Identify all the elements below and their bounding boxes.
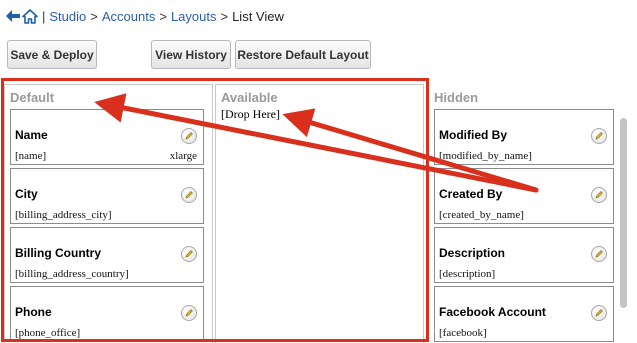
field-label: Phone: [15, 305, 52, 319]
field-label: Billing Country: [15, 246, 101, 260]
breadcrumb-separator: >: [220, 8, 229, 24]
field-card-modified-by[interactable]: Modified By [modified_by_name]: [434, 109, 614, 165]
field-key: [description]: [439, 268, 496, 280]
breadcrumb-list-view: List View: [232, 8, 284, 24]
field-key: [billing_address_country]: [15, 268, 129, 280]
edit-pencil-icon[interactable]: [181, 187, 197, 203]
breadcrumb-separator: >: [90, 8, 98, 24]
field-key: [billing_address_city]: [15, 209, 112, 221]
save-deploy-button[interactable]: Save & Deploy: [7, 40, 97, 69]
scrollbar-thumb[interactable]: [620, 118, 627, 308]
field-key: [name]: [15, 150, 47, 162]
edit-pencil-icon[interactable]: [181, 246, 197, 262]
breadcrumb-layouts[interactable]: Layouts: [171, 9, 217, 24]
field-card-billing-country[interactable]: Billing Country [billing_address_country…: [10, 227, 204, 283]
edit-pencil-icon[interactable]: [591, 305, 607, 321]
field-key: [created_by_name]: [439, 209, 524, 221]
breadcrumb-separator: >: [159, 8, 167, 24]
field-key: [modified_by_name]: [439, 150, 532, 162]
header-separator: |: [42, 8, 46, 24]
view-history-button[interactable]: View History: [151, 40, 231, 69]
field-card-description[interactable]: Description [description]: [434, 227, 614, 283]
edit-pencil-icon[interactable]: [181, 128, 197, 144]
field-width: xlarge: [169, 150, 197, 162]
available-column[interactable]: [215, 84, 424, 343]
available-column-title: Available: [221, 90, 278, 105]
field-card-city[interactable]: City [billing_address_city]: [10, 168, 204, 224]
edit-pencil-icon[interactable]: [591, 187, 607, 203]
edit-pencil-icon[interactable]: [181, 305, 197, 321]
field-label: Created By: [439, 187, 503, 201]
default-column-title: Default: [10, 90, 55, 105]
field-key: [facebook]: [439, 327, 487, 339]
field-card-created-by[interactable]: Created By [created_by_name]: [434, 168, 614, 224]
hidden-column-title: Hidden: [434, 90, 479, 105]
restore-default-layout-button[interactable]: Restore Default Layout: [235, 40, 371, 69]
drop-target[interactable]: [Drop Here]: [221, 107, 280, 122]
field-card-facebook-account[interactable]: Facebook Account [facebook]: [434, 286, 614, 342]
breadcrumb-studio[interactable]: Studio: [49, 9, 86, 24]
field-card-phone[interactable]: Phone [phone_office]: [10, 286, 204, 342]
field-label: Description: [439, 246, 506, 260]
home-icon[interactable]: [21, 8, 38, 25]
edit-pencil-icon[interactable]: [591, 246, 607, 262]
back-arrow-icon[interactable]: [4, 8, 21, 25]
hidden-column-scrollbar[interactable]: [617, 108, 629, 343]
field-label: Modified By: [439, 128, 507, 142]
field-label: Name: [15, 128, 48, 142]
field-card-name[interactable]: Name [name] xlarge: [10, 109, 204, 165]
field-label: City: [15, 187, 38, 201]
edit-pencil-icon[interactable]: [591, 128, 607, 144]
field-key: [phone_office]: [15, 327, 81, 339]
breadcrumb-bar: | Studio > Accounts > Layouts > List Vie…: [4, 6, 284, 26]
breadcrumb-accounts[interactable]: Accounts: [102, 9, 155, 24]
field-label: Facebook Account: [439, 305, 546, 319]
